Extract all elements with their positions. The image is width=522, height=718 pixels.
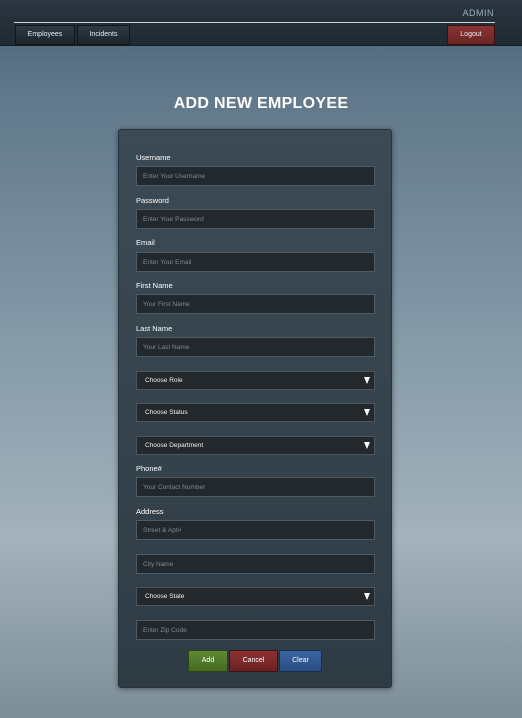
username-input[interactable] <box>136 166 375 186</box>
email-input[interactable] <box>136 252 375 272</box>
dropdown-arrow-icon <box>364 409 370 416</box>
status-select-value: Choose Status <box>145 409 188 416</box>
phone-input[interactable] <box>136 477 375 497</box>
user-role-label: ADMIN <box>462 8 494 18</box>
department-select-value: Choose Department <box>145 442 204 449</box>
street-input[interactable] <box>136 520 375 540</box>
clear-button[interactable]: Clear <box>279 650 322 672</box>
role-select[interactable]: Choose Role <box>136 371 375 390</box>
page-title: ADD NEW EMPLOYEE <box>173 95 349 112</box>
last-name-label: Last Name <box>136 324 173 333</box>
status-select[interactable]: Choose Status <box>136 403 375 422</box>
state-select-value: Choose State <box>145 593 185 600</box>
nav-employees-button[interactable]: Employees <box>15 25 75 45</box>
role-select-value: Choose Role <box>145 377 183 384</box>
nav-incidents-button[interactable]: Incidents <box>77 25 130 45</box>
phone-label: Phone# <box>136 464 162 473</box>
logout-button[interactable]: Logout <box>447 25 495 45</box>
state-select[interactable]: Choose State <box>136 587 375 606</box>
city-input[interactable] <box>136 554 375 574</box>
first-name-input[interactable] <box>136 294 375 314</box>
last-name-input[interactable] <box>136 337 375 357</box>
header-divider <box>14 22 495 23</box>
dropdown-arrow-icon <box>364 442 370 449</box>
dropdown-arrow-icon <box>364 377 370 384</box>
username-label: Username <box>136 153 171 162</box>
add-employee-form: Username Password Email First Name Last … <box>118 129 392 688</box>
email-label: Email <box>136 238 155 247</box>
password-label: Password <box>136 196 169 205</box>
cancel-button[interactable]: Cancel <box>229 650 278 672</box>
dropdown-arrow-icon <box>364 593 370 600</box>
top-bar: ADMIN Employees Incidents Logout <box>0 0 522 46</box>
zip-input[interactable] <box>136 620 375 640</box>
first-name-label: First Name <box>136 281 173 290</box>
password-input[interactable] <box>136 209 375 229</box>
department-select[interactable]: Choose Department <box>136 436 375 455</box>
add-button[interactable]: Add <box>188 650 228 672</box>
address-label: Address <box>136 507 164 516</box>
